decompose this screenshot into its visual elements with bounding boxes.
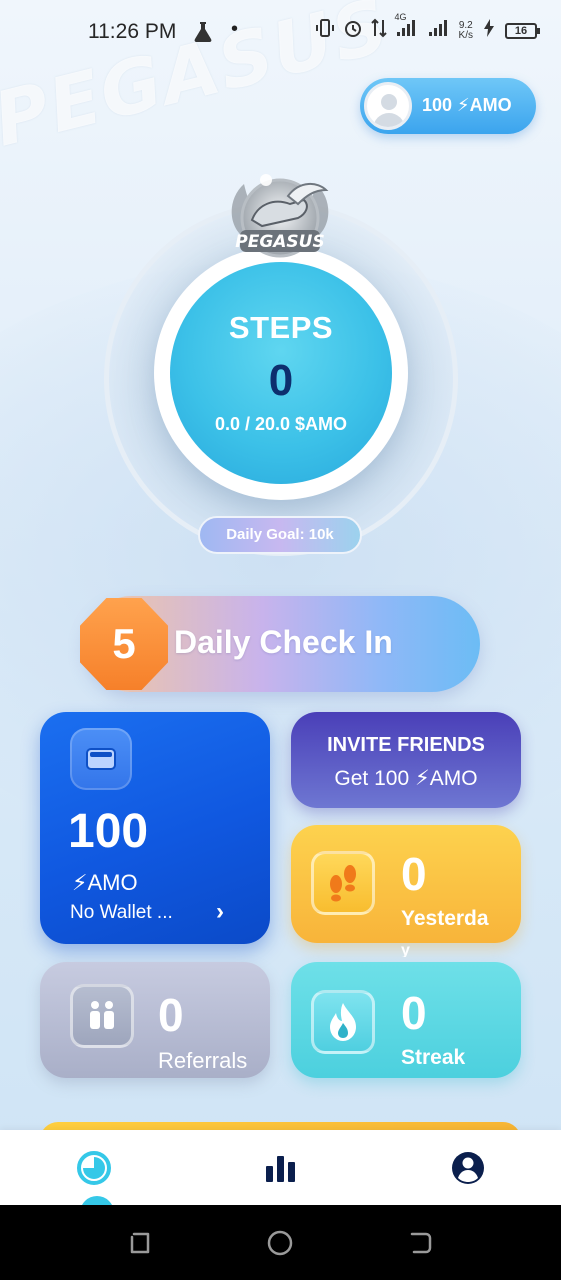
- wallet-icon: [70, 728, 132, 790]
- pegasus-logo: PEGASUS: [218, 170, 342, 270]
- invite-reward: Get 100 ⚡AMO: [334, 767, 478, 790]
- active-tab-indicator: [80, 1196, 114, 1205]
- nav-stats-tab[interactable]: [261, 1148, 301, 1188]
- system-navigation-bar: [0, 1205, 561, 1280]
- flask-icon: [192, 20, 214, 48]
- charging-icon: [481, 18, 497, 43]
- battery-icon: 16: [505, 22, 540, 39]
- flame-icon: [311, 990, 375, 1054]
- alarm-icon: [343, 18, 363, 43]
- wallet-card[interactable]: 100 ⚡AMO No Wallet ... ›: [40, 712, 270, 944]
- notification-dot: •: [231, 18, 239, 40]
- invite-title: INVITE FRIENDS: [327, 734, 485, 756]
- wallet-amount: 100: [68, 805, 149, 858]
- logo-text: PEGASUS: [235, 232, 324, 252]
- speed-unit: K/s: [458, 29, 473, 41]
- profile-icon: [448, 1152, 488, 1192]
- referrals-label: Referrals: [158, 1048, 248, 1073]
- bar-chart-icon: [261, 1156, 301, 1192]
- yesterday-label-overflow: y: [401, 945, 410, 957]
- nav-home-tab[interactable]: [74, 1148, 114, 1188]
- wallet-unit: ⚡AMO: [72, 870, 138, 895]
- back-button[interactable]: [406, 1229, 434, 1257]
- referrals-value: 0: [158, 989, 184, 1041]
- invite-friends-card[interactable]: INVITE FRIENDS Get 100 ⚡AMO: [291, 712, 521, 808]
- home-pie-icon: [74, 1151, 114, 1192]
- signal-icon: [427, 18, 451, 43]
- steps-label: STEPS: [228, 310, 334, 345]
- referrals-card[interactable]: 0 Referrals: [40, 962, 270, 1078]
- yesterday-steps-card: 0 Yesterda: [291, 825, 521, 943]
- streak-value: 0: [401, 987, 427, 1039]
- checkin-label: Daily Check In: [174, 624, 393, 660]
- steps-circle[interactable]: STEPS 0 0.0 / 20.0 $AMO: [170, 262, 392, 484]
- yesterday-value: 0: [401, 848, 427, 900]
- network-label: 4G: [394, 12, 407, 22]
- yesterday-label: Yesterda: [401, 907, 489, 930]
- home-button[interactable]: [266, 1229, 294, 1257]
- daily-goal-pill: Daily Goal: 10k: [198, 516, 362, 554]
- bottom-navigation: [0, 1130, 561, 1205]
- streak-label: Streak: [401, 1046, 466, 1069]
- status-time: 11:26 PM: [88, 20, 177, 43]
- steps-amo-progress: 0.0 / 20.0 $AMO: [214, 414, 348, 434]
- recent-apps-button[interactable]: [126, 1229, 154, 1257]
- people-icon: [70, 984, 134, 1048]
- data-transfer-icon: [370, 18, 387, 43]
- chevron-right-icon: ›: [216, 898, 224, 925]
- app-screen: PEGASUS 11:26 PM • 4G 9.2 K/s 16 100 ⚡AM…: [0, 0, 561, 1205]
- streak-card: 0 Streak: [291, 962, 521, 1078]
- footprints-icon: [311, 851, 375, 915]
- status-icons: 4G 9.2 K/s 16: [315, 12, 540, 43]
- network-speed: 9.2 K/s: [458, 20, 473, 41]
- signal-4g-icon: 4G: [395, 12, 419, 43]
- avatar[interactable]: [364, 82, 412, 130]
- wallet-status: No Wallet ...: [70, 902, 173, 923]
- nav-profile-tab[interactable]: [448, 1148, 488, 1188]
- balance-amount: 100 ⚡AMO: [422, 95, 512, 115]
- status-bar: 11:26 PM • 4G 9.2 K/s 16: [0, 0, 561, 62]
- balance-pill[interactable]: 100 ⚡AMO: [360, 78, 536, 134]
- vibrate-icon: [315, 18, 335, 43]
- steps-count: 0: [268, 356, 294, 405]
